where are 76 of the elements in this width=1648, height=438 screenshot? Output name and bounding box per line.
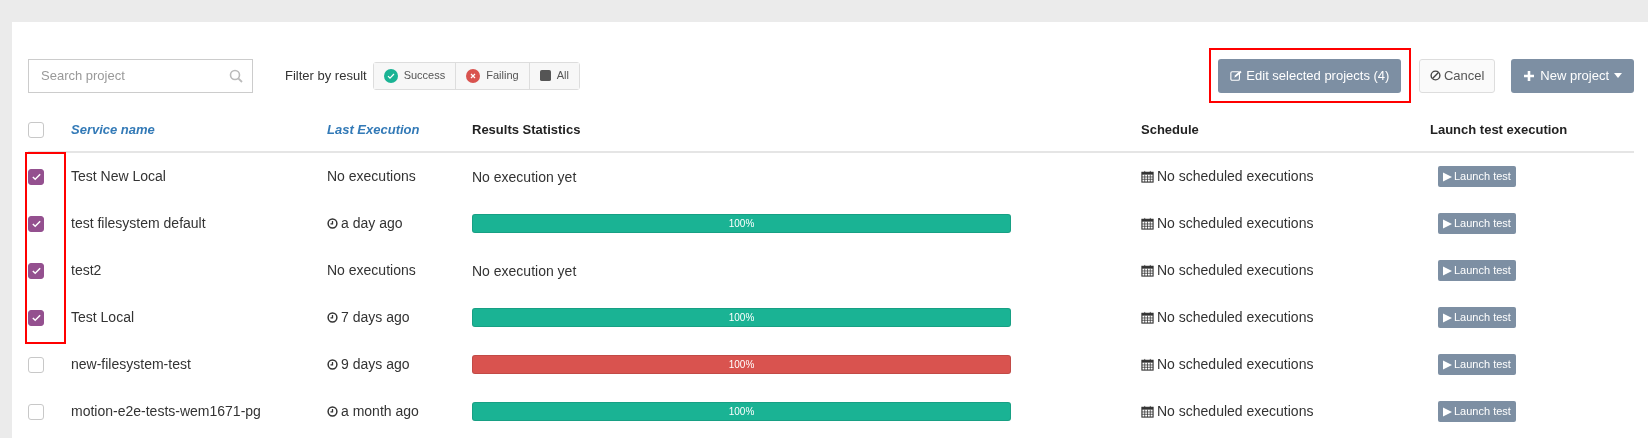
result-text: No execution yet — [472, 168, 577, 185]
play-icon — [1443, 171, 1452, 182]
cross-circle-icon — [466, 68, 481, 83]
last-execution: 9 days ago — [341, 355, 410, 374]
checkbox[interactable] — [28, 309, 44, 326]
checkmark-icon — [30, 218, 42, 229]
play-icon — [1443, 312, 1452, 323]
edit-icon — [1230, 69, 1243, 82]
launch-test-button[interactable]: Launch test — [1438, 401, 1516, 422]
last-execution: No executions — [327, 261, 416, 280]
schedule-text: No scheduled executions — [1157, 214, 1314, 233]
service-name: Test New Local — [71, 167, 167, 186]
checkbox[interactable] — [28, 215, 44, 232]
checkbox[interactable] — [28, 168, 44, 185]
column-header[interactable]: Last Execution — [327, 120, 472, 140]
clock-icon — [327, 312, 338, 323]
schedule-text: No scheduled executions — [1157, 167, 1314, 186]
last-execution: 7 days ago — [341, 308, 410, 327]
filter-label: Filter by result — [285, 66, 367, 85]
check-circle-icon — [383, 68, 398, 83]
checkbox[interactable] — [28, 122, 44, 138]
column-header: Launch test execution — [1430, 121, 1569, 140]
search-field[interactable]: Search project — [28, 58, 253, 93]
ban-icon — [1429, 70, 1441, 81]
plus-icon — [1523, 69, 1536, 82]
schedule-text: No scheduled executions — [1157, 402, 1314, 421]
clock-icon — [327, 218, 338, 229]
play-icon — [1443, 218, 1452, 229]
launch-test-button[interactable]: Launch test — [1438, 260, 1516, 281]
last-execution: a day ago — [341, 214, 403, 233]
edit-button[interactable]: Edit selected projects (4) — [1218, 58, 1402, 93]
service-name: motion-e2e-tests-wem1671-pg — [71, 402, 262, 421]
schedule-text: No scheduled executions — [1157, 355, 1314, 374]
checkbox[interactable] — [28, 403, 44, 420]
service-name: Test Local — [71, 308, 136, 327]
last-execution: No executions — [327, 167, 416, 186]
checkbox[interactable] — [28, 262, 44, 279]
progress-bar: 100% — [472, 355, 1011, 374]
clock-icon — [327, 406, 338, 417]
service-name: test2 — [71, 261, 103, 280]
play-icon — [1443, 406, 1452, 417]
calendar-icon — [1141, 405, 1154, 418]
calendar-icon — [1141, 170, 1154, 183]
play-icon — [1443, 359, 1452, 370]
square-icon — [539, 70, 551, 81]
calendar-icon — [1141, 311, 1154, 324]
checkbox[interactable] — [28, 356, 44, 373]
play-icon — [1443, 265, 1452, 276]
column-header: Results Statistics — [472, 121, 582, 140]
progress-bar: 100% — [472, 308, 1011, 327]
launch-test-button[interactable]: Launch test — [1438, 307, 1516, 328]
checkmark-icon — [30, 171, 42, 182]
column-header[interactable]: Service name — [71, 120, 327, 140]
schedule-text: No scheduled executions — [1157, 308, 1314, 327]
result-text: No execution yet — [472, 262, 577, 279]
schedule-text: No scheduled executions — [1157, 261, 1314, 280]
progress-bar: 100% — [472, 214, 1011, 233]
launch-test-button[interactable]: Launch test — [1438, 354, 1516, 375]
last-execution: a month ago — [341, 402, 419, 421]
caret-icon — [1614, 73, 1622, 78]
cancel-button[interactable]: Cancel — [1418, 58, 1496, 93]
progress-bar: 100% — [472, 402, 1011, 421]
calendar-icon — [1141, 217, 1154, 230]
launch-test-button[interactable]: Launch test — [1438, 166, 1516, 187]
column-header: Schedule — [1141, 121, 1200, 140]
search-icon — [229, 68, 243, 83]
checkmark-icon — [30, 265, 42, 276]
new-project-button[interactable]: New project — [1511, 58, 1634, 93]
checkmark-icon — [30, 312, 42, 323]
calendar-icon — [1141, 264, 1154, 277]
service-name: test filesystem default — [71, 214, 207, 233]
launch-test-button[interactable]: Launch test — [1438, 213, 1516, 234]
clock-icon — [327, 359, 338, 370]
service-name: new-filesystem-test — [71, 355, 192, 374]
calendar-icon — [1141, 358, 1154, 371]
filter-button[interactable]: All — [528, 62, 579, 89]
